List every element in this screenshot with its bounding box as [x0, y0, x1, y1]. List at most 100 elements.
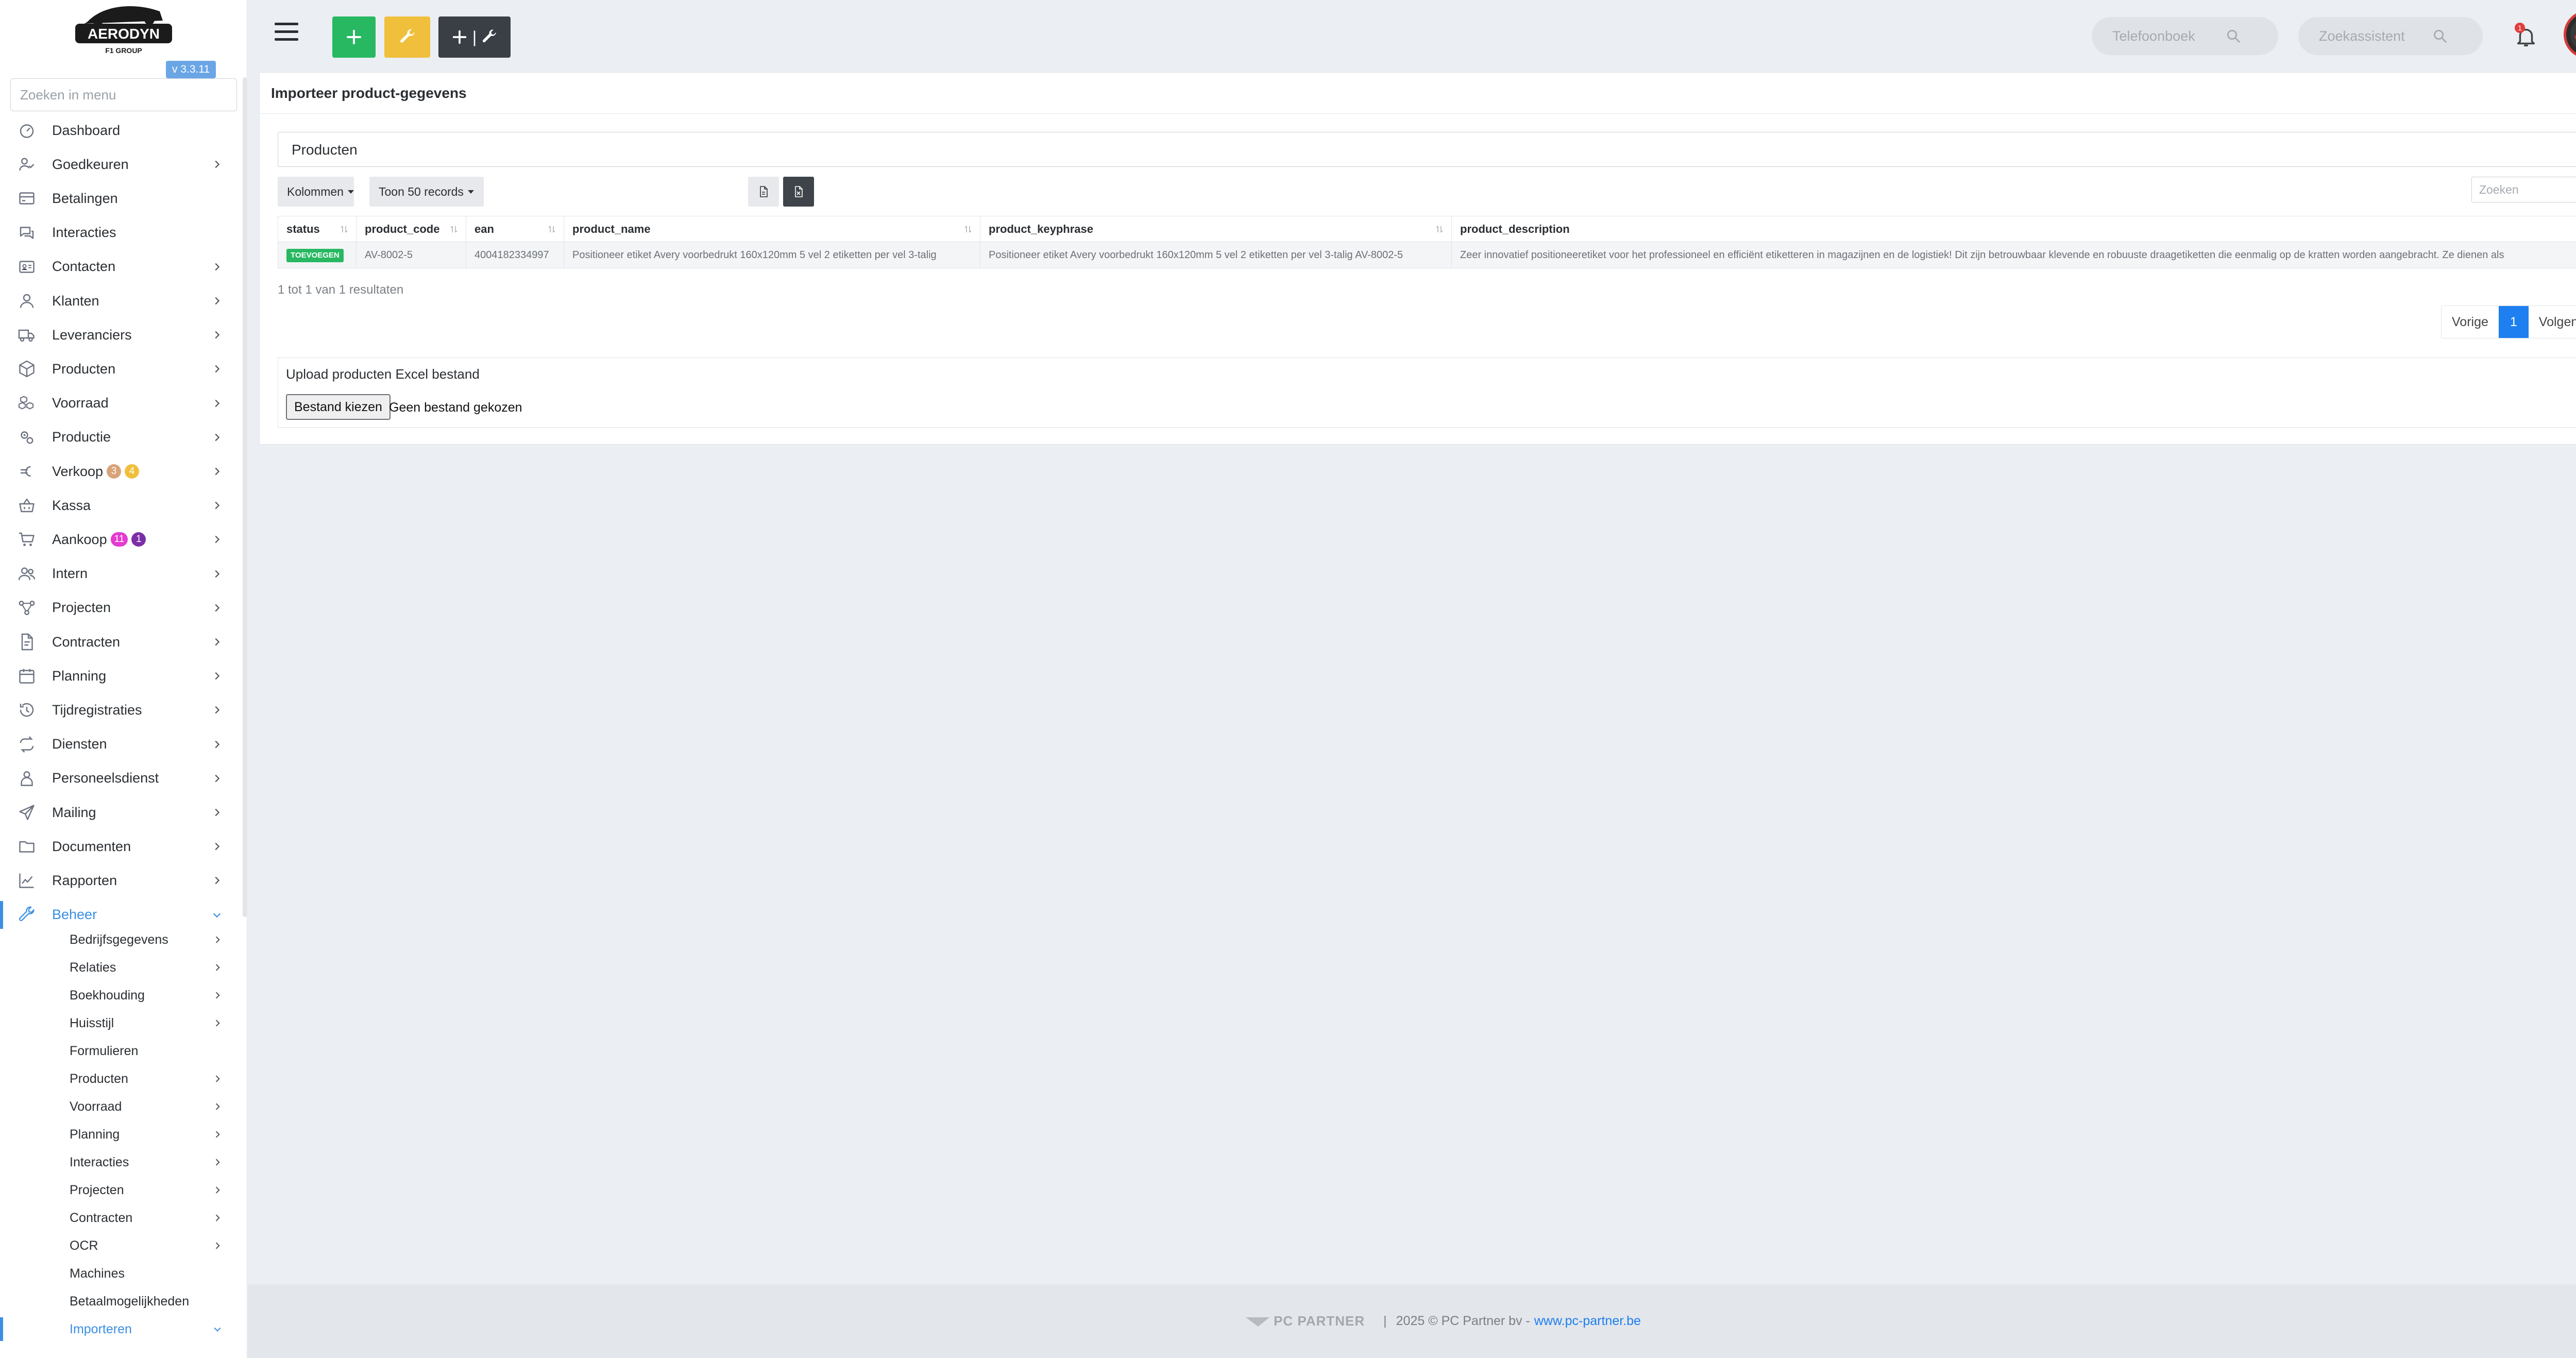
sidebar-subitem-formulieren[interactable]: Formulieren [0, 1037, 242, 1065]
sidebar-subitem-voorraad[interactable]: Voorraad [0, 1093, 242, 1121]
select-value: Producten [292, 142, 358, 158]
repeat-icon [16, 734, 37, 755]
sidebar-item-betalingen[interactable]: Betalingen [0, 181, 242, 215]
sidebar-item-contacten[interactable]: Contacten [0, 250, 242, 284]
add-button[interactable] [332, 16, 376, 58]
sidebar-item-label: Productie [52, 429, 111, 445]
sidebar-subitem-contracten[interactable]: Contracten [0, 1204, 242, 1232]
sidebar-item-documenten[interactable]: Documenten [0, 829, 242, 863]
sidebar-item-klanten[interactable]: Klanten [0, 284, 242, 318]
sort-icon[interactable] [963, 225, 973, 234]
choose-file-button[interactable]: Bestand kiezen [286, 394, 391, 420]
avatar[interactable] [2564, 10, 2576, 59]
sort-icon[interactable] [449, 225, 459, 234]
chevron-right-icon [215, 331, 220, 339]
footer-link[interactable]: www.pc-partner.be [1534, 1314, 1641, 1329]
sidebar-subitem-ocr[interactable]: OCR [0, 1232, 242, 1260]
sidebar-item-mailing[interactable]: Mailing [0, 795, 242, 829]
sidebar-subitem-producten[interactable]: Producten [0, 1065, 242, 1093]
cart-icon [16, 529, 37, 550]
pc-partner-logo: PC PARTNER [1245, 1313, 1365, 1329]
phonebook-input[interactable] [2112, 28, 2226, 44]
assistant-search[interactable] [2298, 17, 2483, 55]
sidebar-item-producten[interactable]: Producten [0, 352, 242, 386]
sidebar-subitem-planning[interactable]: Planning [0, 1121, 242, 1148]
hamburger-menu-button[interactable] [275, 23, 298, 43]
cell-product-keyphrase: Positioneer etiket Avery voorbedrukt 160… [980, 242, 1452, 268]
sidebar-item-contracten[interactable]: Contracten [0, 625, 242, 659]
sidebar-item-personeelsdienst[interactable]: Personeelsdienst [0, 761, 242, 795]
sidebar-item-label: Personeelsdienst [52, 770, 159, 786]
sidebar-badge: 11 [110, 532, 128, 547]
sidebar-item-rapporten[interactable]: Rapporten [0, 863, 242, 897]
column-header-ean[interactable]: ean [466, 216, 564, 242]
box-icon [16, 359, 37, 379]
column-header-product-name[interactable]: product_name [564, 216, 980, 242]
chevron-right-icon [215, 964, 220, 971]
chevron-down-icon [214, 1327, 221, 1332]
sidebar-subitem-betaalmogelijkheden[interactable]: Betaalmogelijkheden [0, 1287, 242, 1315]
sidebar-item-label: Mailing [52, 804, 96, 820]
sidebar-item-kassa[interactable]: Kassa [0, 488, 242, 522]
import-type-select[interactable]: Producten [278, 132, 2576, 167]
cell-product-code: AV-8002-5 [357, 242, 466, 268]
menu-search-input[interactable] [10, 78, 237, 111]
pagination-page-1[interactable]: 1 [2498, 306, 2529, 338]
column-header-product-keyphrase[interactable]: product_keyphrase [980, 216, 1452, 242]
column-header-label: product_description [1460, 223, 1570, 235]
columns-button[interactable]: Kolommen [278, 177, 354, 207]
pagination-next[interactable]: Volgende [2529, 306, 2576, 338]
sort-icon[interactable] [340, 225, 349, 234]
sidebar-subitem-relaties[interactable]: Relaties [0, 954, 242, 981]
sidebar-item-verkoop[interactable]: Verkoop 3 4 [0, 454, 242, 488]
chevron-right-icon [215, 672, 220, 680]
chevron-right-icon [215, 399, 220, 407]
add-tools-button[interactable]: | [438, 16, 511, 58]
sidebar-item-interacties[interactable]: Interacties [0, 216, 242, 250]
pagination-previous[interactable]: Vorige [2442, 306, 2499, 338]
table-search-input[interactable] [2471, 177, 2576, 202]
column-header-product-code[interactable]: product_code [357, 216, 466, 242]
aerodyn-logo[interactable]: AERODYN F1 GROUP [72, 0, 175, 58]
sidebar-subitem-boekhouding[interactable]: Boekhouding [0, 981, 242, 1009]
sidebar-item-diensten[interactable]: Diensten [0, 727, 242, 761]
sidebar-item-projecten[interactable]: Projecten [0, 591, 242, 625]
sidebar-subitem-bedrijfsgegevens[interactable]: Bedrijfsgegevens [0, 926, 242, 954]
assistant-input[interactable] [2319, 28, 2432, 44]
sidebar-item-voorraad[interactable]: Voorraad [0, 386, 242, 420]
chevron-right-icon [215, 706, 220, 714]
cell-ean: 4004182334997 [466, 242, 564, 268]
sidebar-item-intern[interactable]: Intern [0, 557, 242, 591]
sidebar-subitem-interacties[interactable]: Interacties [0, 1148, 242, 1176]
phonebook-search[interactable] [2092, 17, 2278, 55]
records-button[interactable]: Toon 50 records [369, 177, 484, 207]
sidebar-subitem-label: Betaalmogelijkheden [70, 1294, 190, 1309]
tools-button[interactable] [384, 16, 430, 58]
sidebar-scrollbar[interactable] [243, 77, 247, 917]
sidebar-item-dashboard[interactable]: Dashboard [0, 113, 242, 147]
chevron-right-icon [215, 1214, 220, 1221]
status-badge: TOEVOEGEN [286, 248, 344, 262]
sidebar-subitem-projecten[interactable]: Projecten [0, 1176, 242, 1204]
search-icon[interactable] [2226, 28, 2241, 44]
sidebar-item-planning[interactable]: Planning [0, 659, 242, 693]
column-header-product-description[interactable]: product_description [1452, 216, 2576, 242]
sort-icon[interactable] [547, 225, 556, 234]
sidebar-item-label: Betalingen [52, 190, 118, 206]
column-header-status[interactable]: status [278, 216, 357, 242]
sidebar-subitem-huisstijl[interactable]: Huisstijl [0, 1009, 242, 1037]
sidebar-subitem-importeren[interactable]: Importeren [0, 1315, 242, 1343]
sidebar-item-aankoop[interactable]: Aankoop 11 1 [0, 522, 242, 556]
sort-icon[interactable] [1435, 225, 1444, 234]
sidebar-item-productie[interactable]: Productie [0, 420, 242, 454]
sidebar-subitem-machines[interactable]: Machines [0, 1260, 242, 1287]
footer-copyright: 2025 © PC Partner bv - [1396, 1314, 1530, 1328]
sidebar-item-label: Rapporten [52, 872, 117, 888]
table-row[interactable]: TOEVOEGEN AV-8002-5 4004182334997 Positione… [278, 242, 2576, 268]
sidebar-item-leveranciers[interactable]: Leveranciers [0, 318, 242, 352]
export-excel-button[interactable] [783, 177, 814, 207]
sidebar-item-goedkeuren[interactable]: Goedkeuren [0, 147, 242, 181]
sidebar-item-tijdregistraties[interactable]: Tijdregistraties [0, 693, 242, 727]
export-file-button[interactable] [748, 177, 779, 207]
search-icon[interactable] [2432, 28, 2448, 44]
